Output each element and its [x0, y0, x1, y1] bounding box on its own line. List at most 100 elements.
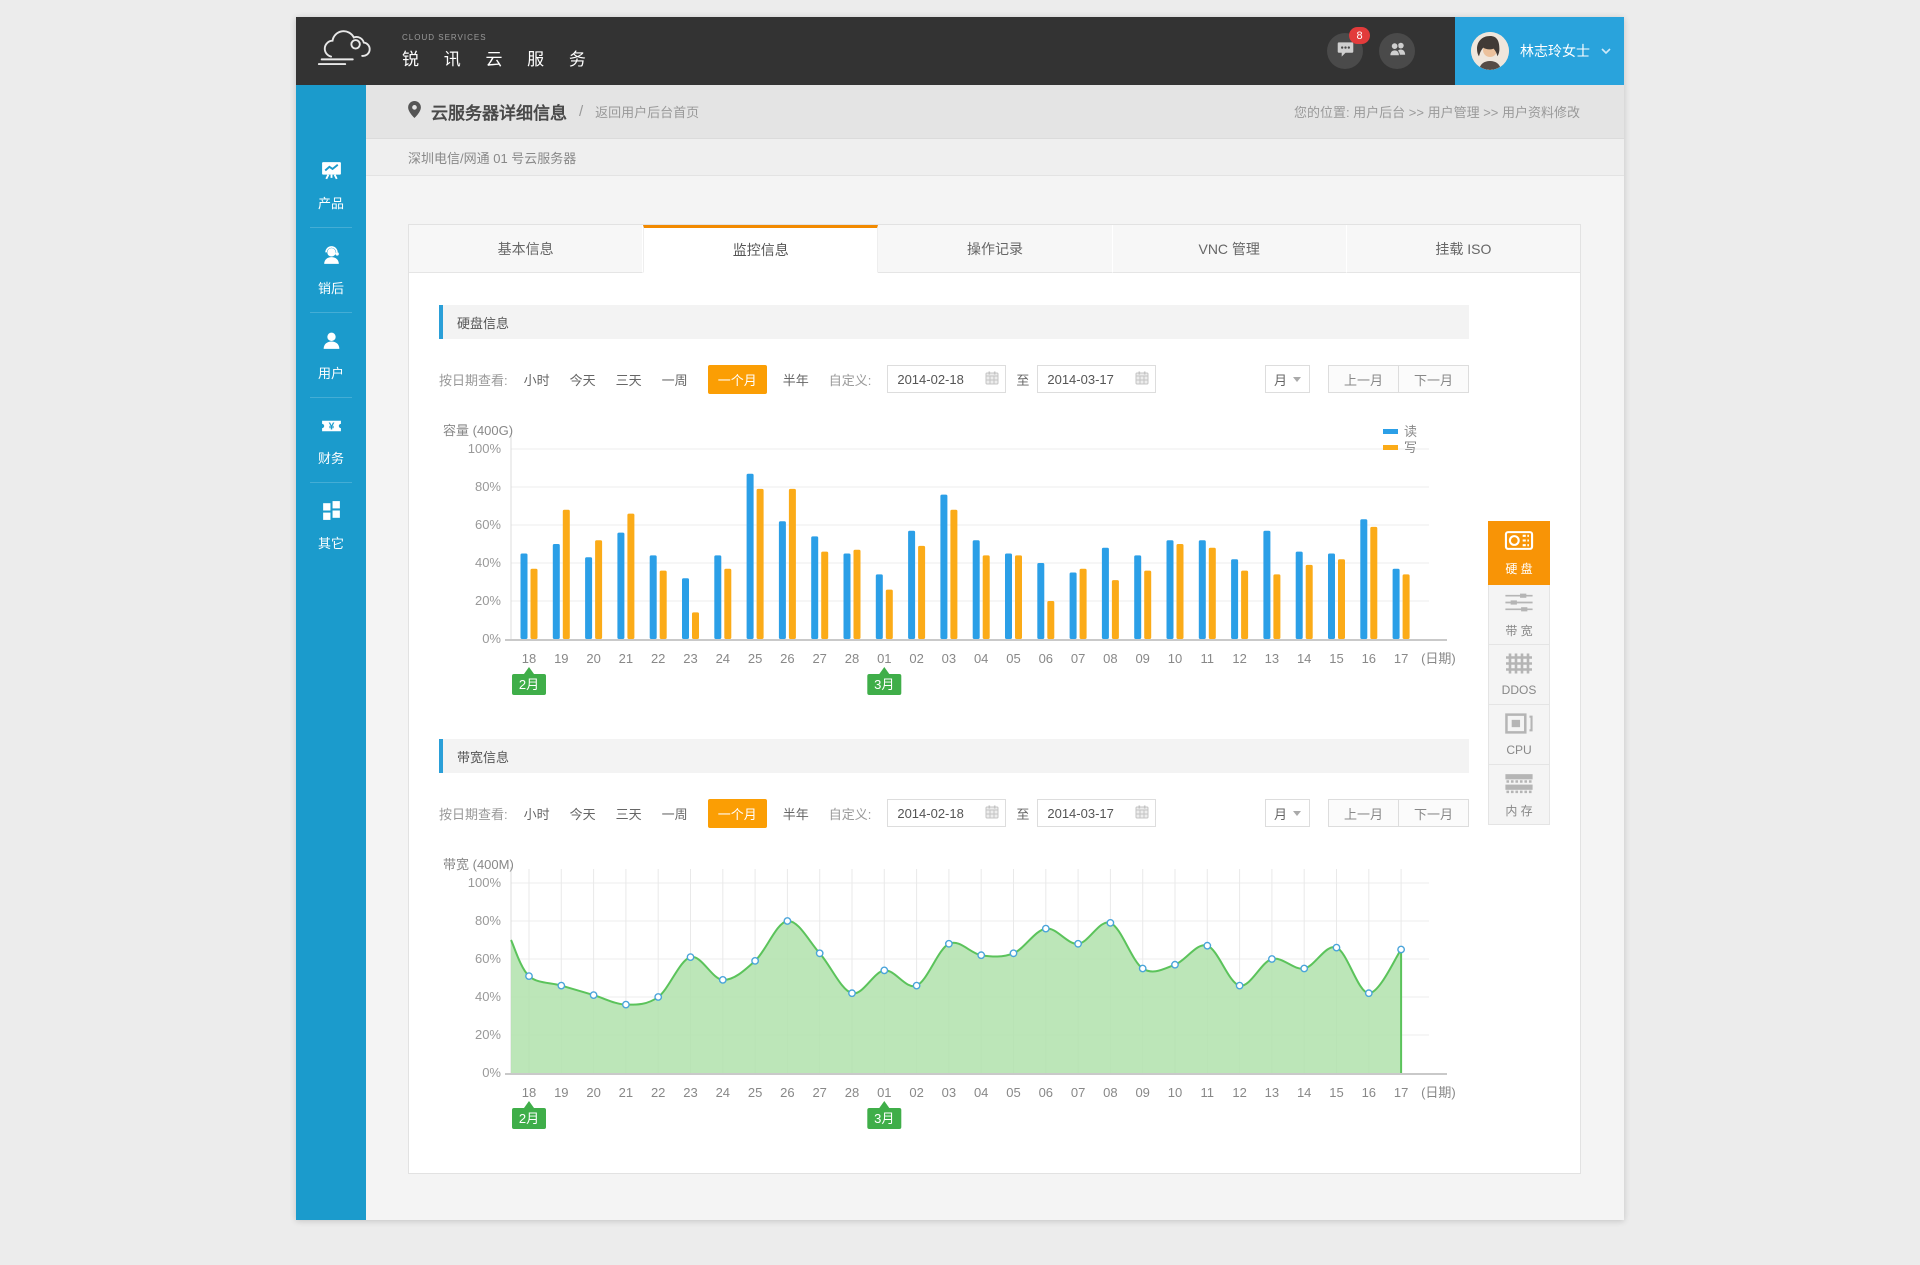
app-header: CLOUD SERVICES 锐 讯 云 服 务 8	[296, 17, 1624, 85]
shield-grid-icon	[1505, 652, 1533, 678]
filter-option-today[interactable]: 今天	[570, 370, 596, 389]
filter-option-hour[interactable]: 小时	[524, 804, 550, 823]
svg-text:60%: 60%	[475, 951, 501, 966]
sidebar-item-others[interactable]: 其它	[296, 489, 366, 561]
svg-text:19: 19	[554, 651, 568, 666]
date-to-value: 2014-03-17	[1047, 372, 1114, 387]
chevron-down-icon	[1601, 42, 1611, 60]
support-agent-icon	[320, 244, 343, 270]
avatar	[1471, 32, 1509, 70]
filter-option-month[interactable]: 一个月	[708, 365, 767, 394]
filter-label: 按日期查看:	[439, 370, 508, 389]
svg-text:20%: 20%	[475, 1027, 501, 1042]
bandwidth-section-title: 带宽信息	[439, 739, 1469, 773]
user-name: 林志玲女士	[1520, 41, 1590, 61]
date-to-input[interactable]: 2014-03-17	[1037, 799, 1156, 827]
metric-toolbar: 硬 盘 带 宽 DDOS	[1488, 521, 1550, 825]
svg-text:05: 05	[1006, 1085, 1020, 1100]
contacts-button[interactable]	[1379, 33, 1415, 69]
ticket-yuan-icon: ¥	[320, 414, 343, 440]
filter-option-month[interactable]: 一个月	[708, 799, 767, 828]
svg-text:04: 04	[974, 651, 988, 666]
next-month-button[interactable]: 下一月	[1399, 799, 1469, 827]
svg-text:28: 28	[845, 1085, 859, 1100]
calendar-icon	[985, 371, 999, 388]
tab-operation-log[interactable]: 操作记录	[878, 225, 1112, 273]
svg-text:01: 01	[877, 651, 891, 666]
chart-board-icon	[320, 159, 343, 185]
svg-text:21: 21	[619, 651, 633, 666]
svg-text:06: 06	[1039, 651, 1053, 666]
tool-bandwidth[interactable]: 带 宽	[1488, 585, 1550, 645]
bandwidth-section: 带宽信息 按日期查看: 小时 今天 三天 一周 一个月 半年 自定义:	[439, 739, 1469, 1135]
filter-option-halfyear[interactable]: 半年	[783, 804, 809, 823]
tab-basic-info[interactable]: 基本信息	[409, 225, 643, 273]
svg-text:13: 13	[1265, 1085, 1279, 1100]
date-from-input[interactable]: 2014-02-18	[887, 365, 1006, 393]
svg-text:03: 03	[942, 1085, 956, 1100]
prev-month-button[interactable]: 上一月	[1328, 799, 1399, 827]
user-menu[interactable]: 林志玲女士	[1455, 17, 1624, 85]
date-from-input[interactable]: 2014-02-18	[887, 799, 1006, 827]
tool-memory[interactable]: 内 存	[1488, 765, 1550, 825]
tool-disk[interactable]: 硬 盘	[1488, 521, 1550, 585]
tab-mount-iso[interactable]: 挂载 ISO	[1347, 225, 1580, 273]
svg-text:20%: 20%	[475, 593, 501, 608]
sidebar-item-aftersales[interactable]: 销后	[296, 234, 366, 306]
filter-option-3days[interactable]: 三天	[616, 370, 642, 389]
sidebar-item-users[interactable]: 用户	[296, 319, 366, 391]
svg-text:读: 读	[1404, 424, 1417, 439]
users-icon	[1387, 41, 1408, 62]
tab-vnc-manage[interactable]: VNC 管理	[1113, 225, 1347, 273]
svg-text:25: 25	[748, 1085, 762, 1100]
unit-select[interactable]: 月	[1265, 799, 1310, 827]
messages-badge: 8	[1349, 27, 1370, 44]
tab-monitor-info[interactable]: 监控信息	[643, 225, 878, 273]
svg-text:28: 28	[845, 651, 859, 666]
svg-text:15: 15	[1329, 651, 1343, 666]
tool-ddos[interactable]: DDOS	[1488, 645, 1550, 705]
custom-range-label: 自定义:	[829, 804, 872, 823]
svg-text:05: 05	[1006, 651, 1020, 666]
svg-text:13: 13	[1265, 651, 1279, 666]
next-month-button[interactable]: 下一月	[1399, 365, 1469, 393]
back-to-dashboard-link[interactable]: 返回用户后台首页	[595, 102, 699, 121]
sidebar-divider	[310, 312, 352, 313]
tool-label: CPU	[1506, 743, 1531, 757]
filter-label: 按日期查看:	[439, 804, 508, 823]
unit-select[interactable]: 月	[1265, 365, 1310, 393]
sidebar-item-products[interactable]: 产品	[296, 149, 366, 221]
svg-text:0%: 0%	[482, 631, 501, 646]
date-to-input[interactable]: 2014-03-17	[1037, 365, 1156, 393]
sidebar-item-label: 其它	[318, 533, 344, 552]
svg-text:10: 10	[1168, 1085, 1182, 1100]
filter-option-halfyear[interactable]: 半年	[783, 370, 809, 389]
filter-option-today[interactable]: 今天	[570, 804, 596, 823]
filter-option-3days[interactable]: 三天	[616, 804, 642, 823]
svg-text:09: 09	[1135, 1085, 1149, 1100]
tool-label: 带 宽	[1505, 622, 1532, 639]
unit-select-value: 月	[1274, 804, 1287, 823]
filter-option-week[interactable]: 一周	[662, 370, 688, 389]
tabstrip: 基本信息 监控信息 操作记录 VNC 管理 挂载 ISO	[409, 225, 1580, 273]
svg-text:27: 27	[812, 1085, 826, 1100]
svg-text:100%: 100%	[468, 441, 502, 456]
svg-text:写: 写	[1404, 440, 1417, 455]
prev-month-button[interactable]: 上一月	[1328, 365, 1399, 393]
messages-button[interactable]: 8	[1327, 33, 1363, 69]
svg-text:11: 11	[1201, 1085, 1215, 1100]
filter-option-week[interactable]: 一周	[662, 804, 688, 823]
svg-text:18: 18	[522, 651, 536, 666]
sidebar-item-finance[interactable]: ¥ 财务	[296, 404, 366, 476]
svg-text:17: 17	[1394, 1085, 1408, 1100]
filter-option-hour[interactable]: 小时	[524, 370, 550, 389]
tool-cpu[interactable]: CPU	[1488, 705, 1550, 765]
svg-text:22: 22	[651, 1085, 665, 1100]
svg-text:16: 16	[1362, 1085, 1376, 1100]
cloud-logo-icon	[316, 27, 382, 76]
svg-text:02: 02	[909, 651, 923, 666]
svg-text:80%: 80%	[475, 913, 501, 928]
svg-text:20: 20	[586, 651, 600, 666]
disk-section-title: 硬盘信息	[439, 305, 1469, 339]
calendar-icon	[1135, 371, 1149, 388]
